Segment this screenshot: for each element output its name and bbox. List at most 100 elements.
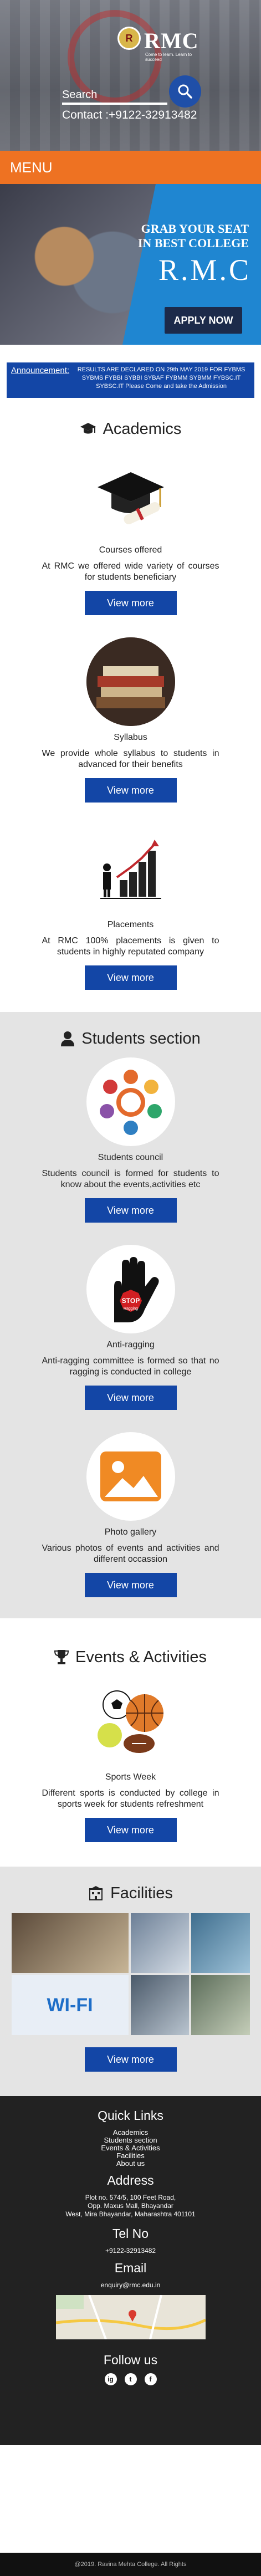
placements-image xyxy=(86,825,175,913)
anti-ragging-view-more-button[interactable]: View more xyxy=(84,1386,177,1410)
copyright-text: @2019. Ravina Mehta College. All Rights xyxy=(74,2561,187,2568)
students-council-text: Students council is formed for students … xyxy=(42,1169,219,1189)
computer-lab-photo[interactable] xyxy=(130,1913,189,1973)
logo[interactable]: R RMC Come to learn. Learn to succeed xyxy=(34,10,201,104)
photo-gallery-label: Photo gallery xyxy=(104,1527,157,1537)
hall-photo[interactable] xyxy=(191,1975,250,2035)
address-line-1: Plot no. 574/5, 100 Feet Road, xyxy=(85,2194,176,2201)
social-links: ig t f xyxy=(0,2373,261,2385)
facilities-title-text: Facilities xyxy=(110,1884,173,1902)
syllabus-label: Syllabus xyxy=(114,733,147,742)
graduation-cap-icon xyxy=(80,422,96,436)
events-title: Events & Activities xyxy=(0,1646,261,1668)
library-photo[interactable] xyxy=(11,1913,129,1973)
footer-link-academics[interactable]: Academics xyxy=(0,2129,261,2137)
search-button[interactable] xyxy=(169,75,201,108)
address-title: Address xyxy=(107,2173,154,2187)
hero-banner: GRAB YOUR SEAT IN BEST COLLEGE R.M.C APP… xyxy=(0,184,261,345)
tel-number[interactable]: +9122-32913482 xyxy=(0,2247,261,2255)
menu-label[interactable]: MENU xyxy=(10,159,53,176)
map-graphic xyxy=(55,2294,206,2340)
students-title: Students section xyxy=(0,1028,261,1050)
placements-text: At RMC 100% placements is given to stude… xyxy=(42,936,219,957)
sports-balls-icon xyxy=(97,1690,163,1753)
events-title-text: Events & Activities xyxy=(75,1648,207,1666)
hero-headline-2: IN BEST COLLEGE xyxy=(137,236,249,250)
quick-links-list: Academics Students section Events & Acti… xyxy=(0,2129,261,2168)
anti-ragging-label: Anti-ragging xyxy=(106,1340,155,1350)
contact-phone: Contact :+9122-32913482 xyxy=(62,109,197,121)
wifi-photo[interactable]: WI-FI xyxy=(11,1975,129,2035)
courses-text: At RMC we offered wide variety of course… xyxy=(42,561,219,582)
lab-photo[interactable] xyxy=(130,1975,189,2035)
facebook-icon[interactable]: f xyxy=(144,2373,157,2385)
academics-title-text: Academics xyxy=(103,420,182,438)
footer-link-facilities[interactable]: Facilities xyxy=(0,2152,261,2160)
quick-links-title: Quick Links xyxy=(98,2108,163,2123)
hero-brand: R.M.C xyxy=(158,253,251,287)
books-icon xyxy=(86,637,175,726)
students-council-image xyxy=(86,1057,175,1146)
classroom-photo[interactable] xyxy=(191,1913,250,1973)
card-placements: Placements At RMC 100% placements is giv… xyxy=(0,825,261,990)
card-anti-ragging: STOP Ragging Anti-ragging Anti-ragging c… xyxy=(0,1245,261,1410)
photo-gallery-view-more-button[interactable]: View more xyxy=(84,1573,177,1597)
syllabus-view-more-button[interactable]: View more xyxy=(84,778,177,803)
announcement-label: Announcement: xyxy=(11,366,70,375)
sports-week-label: Sports Week xyxy=(105,1772,156,1782)
twitter-icon[interactable]: t xyxy=(124,2373,137,2385)
team-circle-icon xyxy=(99,1070,162,1135)
copyright-bar: @2019. Ravina Mehta College. All Rights xyxy=(0,2553,261,2576)
students-section: Students section Students council Studen… xyxy=(0,1012,261,1618)
instagram-icon[interactable]: ig xyxy=(104,2373,117,2385)
tel-title: Tel No xyxy=(112,2226,149,2241)
hero-headline-1: GRAB YOUR SEAT xyxy=(141,222,249,236)
courses-image xyxy=(86,450,175,539)
syllabus-text: We provide whole syllabus to students in… xyxy=(42,749,219,769)
syllabus-image xyxy=(86,637,175,726)
graduation-cap-diploma-icon xyxy=(97,472,164,524)
card-sports-week: Sports Week Different sports is conducte… xyxy=(0,1677,261,1842)
building-icon xyxy=(88,1885,104,1901)
facilities-title: Facilities xyxy=(0,1882,261,1904)
logo-text: RMC xyxy=(144,28,199,53)
search-input[interactable] xyxy=(62,103,167,105)
footer-link-events[interactable]: Events & Activities xyxy=(0,2144,261,2152)
email-address[interactable]: enquiry@rmc.edu.in xyxy=(0,2281,261,2289)
trophy-icon xyxy=(54,1649,69,1665)
academics-title: Academics xyxy=(0,418,261,440)
announcement-text[interactable]: RESULTS ARE DECLARED ON 29th MAY 2019 FO… xyxy=(73,366,250,391)
events-section: Events & Activities Sports Week Differen… xyxy=(0,1618,261,1867)
address-line-2: Opp. Maxus Mall, Bhayandar xyxy=(88,2202,173,2210)
address-text: Plot no. 574/5, 100 Feet Road, Opp. Maxu… xyxy=(0,2194,261,2219)
wifi-text: WI-FI xyxy=(47,1994,93,2016)
stop-hand-icon: STOP Ragging xyxy=(114,1257,159,1322)
email-title: Email xyxy=(114,2261,147,2275)
courses-view-more-button[interactable]: View more xyxy=(84,591,177,615)
location-map[interactable] xyxy=(55,2294,206,2340)
facilities-section: Facilities WI-FI View more xyxy=(0,1867,261,2096)
sports-week-view-more-button[interactable]: View more xyxy=(84,1818,177,1842)
academics-section: Academics Courses offered At RMC we offe… xyxy=(0,398,261,1012)
card-students-council: Students council Students council is for… xyxy=(0,1057,261,1223)
search-icon xyxy=(178,84,192,99)
card-courses: Courses offered At RMC we offered wide v… xyxy=(0,450,261,615)
students-council-view-more-button[interactable]: View more xyxy=(84,1198,177,1223)
address-line-3: West, Mira Bhayandar, Maharashtra 401101 xyxy=(65,2210,196,2218)
apply-now-button[interactable]: APPLY NOW xyxy=(165,307,242,334)
placements-label: Placements xyxy=(107,920,154,929)
menu-bar[interactable]: MENU xyxy=(0,151,261,184)
follow-us-title: Follow us xyxy=(103,2353,158,2367)
search-label: Search xyxy=(62,89,98,101)
logo-badge-icon: R xyxy=(117,27,141,50)
career-growth-icon xyxy=(100,840,161,899)
site-footer: Quick Links Academics Students section E… xyxy=(0,2096,261,2445)
placements-view-more-button[interactable]: View more xyxy=(84,965,177,990)
sports-week-image xyxy=(86,1677,175,1766)
facilities-view-more-button[interactable]: View more xyxy=(84,2047,177,2072)
students-title-text: Students section xyxy=(81,1029,201,1047)
footer-link-students[interactable]: Students section xyxy=(0,2137,261,2144)
facilities-gallery: WI-FI xyxy=(11,1913,250,2035)
students-council-label: Students council xyxy=(98,1153,163,1162)
footer-link-about[interactable]: About us xyxy=(0,2160,261,2168)
